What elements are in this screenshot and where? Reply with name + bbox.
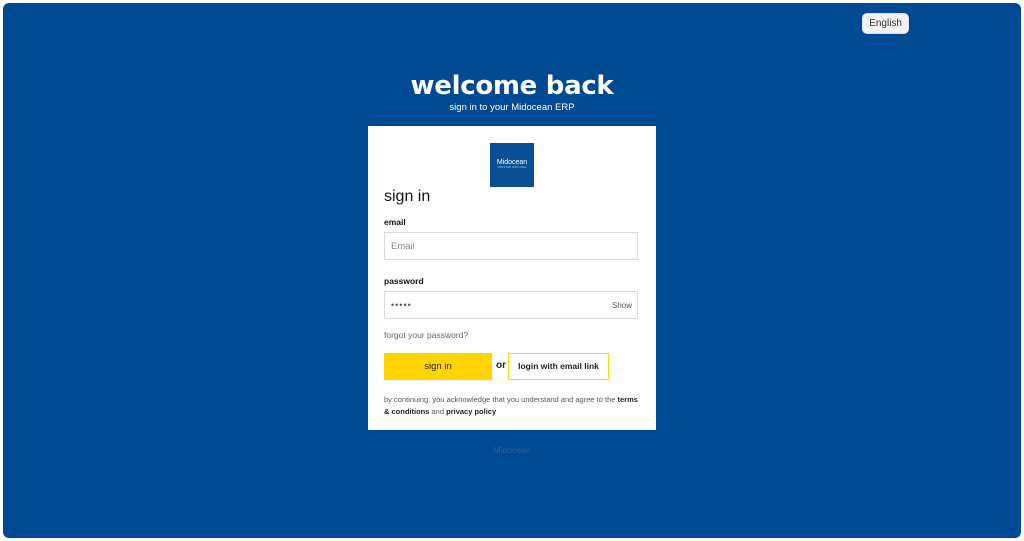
or-separator: or <box>496 360 506 371</box>
password-label: password <box>384 276 424 286</box>
logo-tagline: TRUSTED ORIGINAL <box>497 166 527 169</box>
logo-text: Midocean <box>496 159 528 166</box>
show-password-toggle[interactable]: Show <box>612 292 632 319</box>
login-card: Midocean TRUSTED ORIGINAL sign in email … <box>368 126 656 430</box>
forgot-password-link[interactable]: forgot your password? <box>384 330 468 340</box>
page-title: welcome back <box>410 71 614 101</box>
footer-logo: Midocean <box>493 445 531 455</box>
legal-notice: by continuing, you acknowledge that you … <box>384 394 644 417</box>
page-subtitle: sign in to your Midocean ERP <box>449 102 575 113</box>
legal-text: by continuing, you acknowledge that you … <box>384 395 616 404</box>
password-value: ••••• <box>391 300 412 310</box>
email-label: email <box>384 217 406 227</box>
card-heading: sign in <box>384 188 431 205</box>
brand-logo: Midocean TRUSTED ORIGINAL <box>490 143 534 187</box>
password-field[interactable]: ••••• Show <box>384 291 638 319</box>
legal-and: and <box>431 406 445 416</box>
email-field[interactable]: Email <box>384 232 638 260</box>
privacy-link[interactable]: privacy policy <box>446 407 496 416</box>
language-selector[interactable]: English <box>862 13 909 34</box>
page-background: English welcome back sign in to your Mid… <box>3 3 1021 538</box>
sign-in-button[interactable]: sign in <box>384 353 492 380</box>
email-link-login-button[interactable]: login with email link <box>508 353 609 380</box>
